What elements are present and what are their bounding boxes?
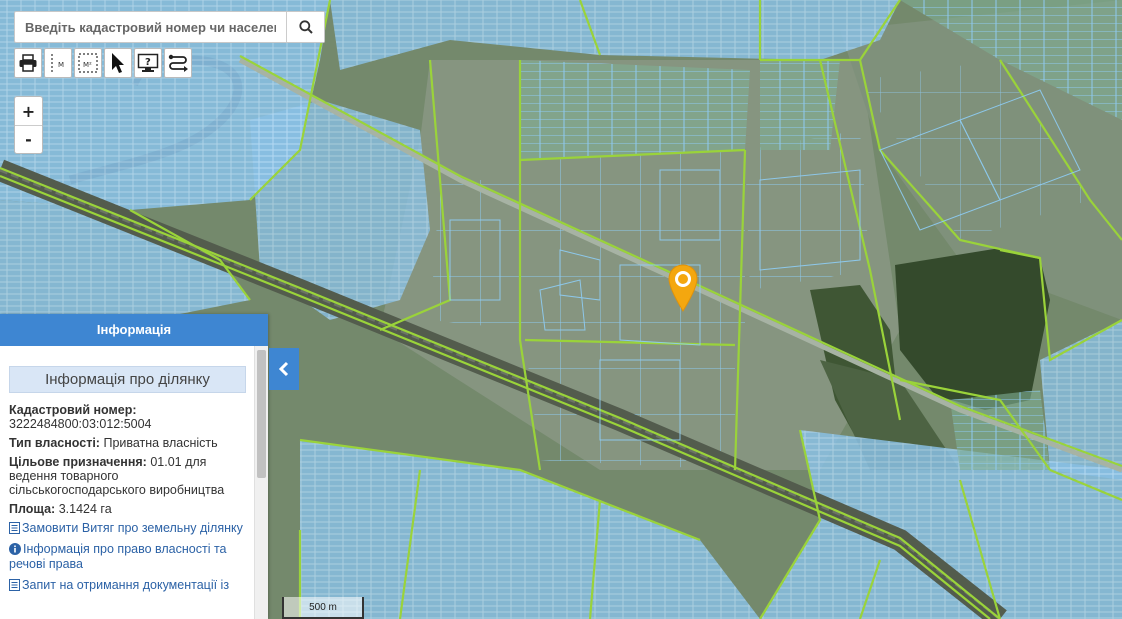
zoom-control: + - (14, 96, 43, 154)
purpose-label: Цільове призначення: (9, 455, 147, 469)
select-button[interactable] (104, 48, 132, 78)
measure-length-button[interactable]: M (44, 48, 72, 78)
scrollbar-thumb[interactable] (257, 350, 266, 478)
cadastral-number-label: Кадастровий номер: (9, 403, 137, 417)
ownership-row: Тип власності: Приватна власність (9, 436, 246, 450)
search-bar (14, 11, 325, 43)
collapse-panel-button[interactable] (269, 348, 299, 390)
panel-body: Інформація про ділянку Кадастровий номер… (0, 346, 254, 619)
identify-button[interactable]: ? (134, 48, 162, 78)
panel-header: Інформація (0, 314, 268, 346)
printer-icon (19, 54, 37, 72)
area-row: Площа: 3.1424 га (9, 502, 246, 516)
map-toolbar: M M² ? (14, 48, 192, 78)
ownership-label: Тип власності: (9, 436, 100, 450)
ownership-info-link[interactable]: Інформація про право власності та речові… (9, 542, 246, 572)
measure-length-icon: M (51, 54, 64, 72)
svg-text:M²: M² (83, 61, 92, 69)
svg-text:?: ? (145, 57, 151, 68)
zoom-out-button[interactable]: - (15, 125, 42, 153)
info-circle-icon (9, 543, 21, 555)
measure-area-button[interactable]: M² (74, 48, 102, 78)
scale-bar: 500 m (282, 597, 364, 619)
search-icon (298, 20, 313, 34)
zoom-in-button[interactable]: + (15, 97, 42, 125)
ownership-value: Приватна власність (103, 436, 218, 450)
cursor-icon (112, 53, 124, 73)
panel-scrollbar[interactable] (254, 346, 268, 619)
order-extract-link[interactable]: Замовити Витяг про земельну ділянку (9, 521, 246, 536)
print-button[interactable] (14, 48, 42, 78)
route-icon (168, 54, 188, 72)
parcel-info: Кадастровий номер: 3222484800:03:012:500… (9, 403, 246, 593)
chevron-left-icon (278, 361, 289, 377)
info-panel: Інформація Інформація про ділянку Кадаст… (0, 314, 268, 619)
document-icon (9, 579, 20, 591)
documents-request-link[interactable]: Запит на отримання документації із (9, 578, 246, 593)
info-monitor-icon: ? (137, 53, 159, 72)
purpose-row: Цільове призначення: 01.01 для ведення т… (9, 455, 246, 497)
cadastral-number-row: Кадастровий номер: 3222484800:03:012:500… (9, 403, 246, 431)
area-value: 3.1424 га (58, 502, 112, 516)
measure-area-icon: M² (78, 53, 98, 73)
scale-label: 500 m (309, 602, 337, 613)
section-title: Інформація про ділянку (9, 366, 246, 393)
area-label: Площа: (9, 502, 56, 516)
document-icon (9, 522, 20, 534)
search-button[interactable] (286, 12, 324, 42)
cadastral-number-value: 3222484800:03:012:5004 (9, 417, 152, 431)
location-marker[interactable] (667, 263, 699, 313)
map-pin-icon (668, 264, 698, 312)
route-button[interactable] (164, 48, 192, 78)
search-input[interactable] (15, 12, 286, 42)
svg-text:M: M (58, 61, 64, 69)
